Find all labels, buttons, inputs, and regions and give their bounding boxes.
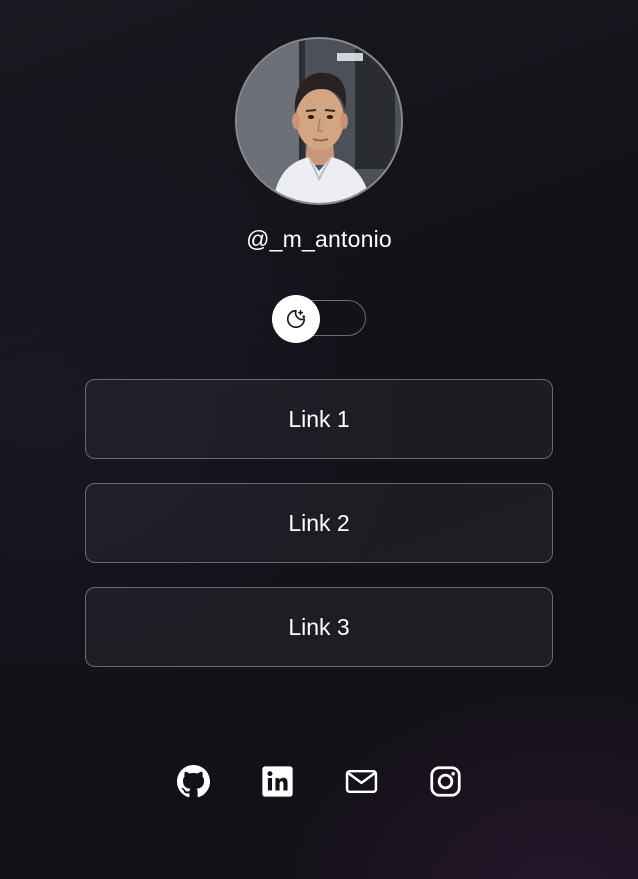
github-link[interactable]	[176, 764, 210, 798]
theme-toggle-knob[interactable]	[272, 295, 320, 343]
theme-toggle[interactable]	[272, 295, 366, 343]
link-button-3[interactable]: Link 3	[85, 587, 553, 667]
link-list: Link 1 Link 2 Link 3	[85, 379, 553, 691]
instagram-icon	[429, 765, 461, 797]
username: @_m_antonio	[246, 226, 392, 252]
link-button-1[interactable]: Link 1	[85, 379, 553, 459]
avatar-photo	[237, 39, 401, 203]
link-button-2[interactable]: Link 2	[85, 483, 553, 563]
social-links	[0, 764, 638, 798]
moon-stars-icon	[286, 309, 306, 329]
avatar	[235, 37, 403, 205]
github-icon	[176, 764, 210, 797]
email-link[interactable]	[344, 764, 378, 798]
linkedin-link[interactable]	[260, 764, 294, 798]
mail-icon	[345, 769, 377, 793]
linkedin-icon	[261, 765, 293, 797]
instagram-link[interactable]	[428, 764, 462, 798]
